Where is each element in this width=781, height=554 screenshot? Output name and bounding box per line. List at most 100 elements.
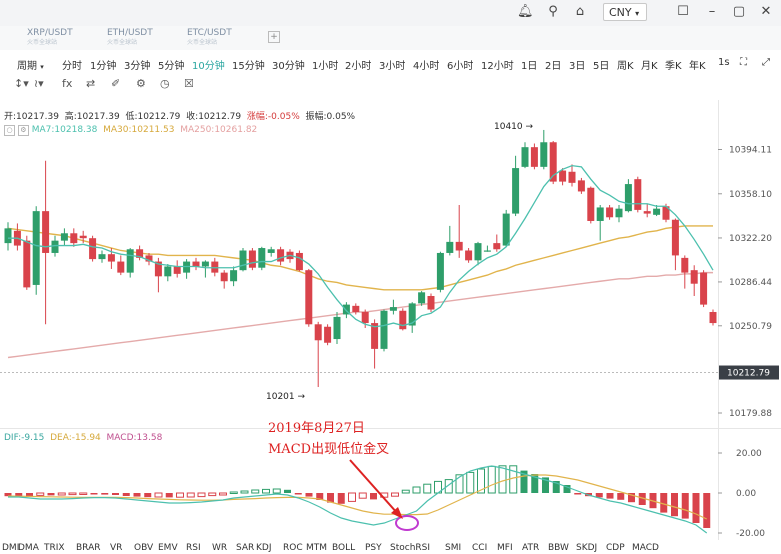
indicator-tab-smi[interactable]: SMI bbox=[445, 543, 461, 553]
indicator-tab-bbw[interactable]: BBW bbox=[548, 543, 569, 553]
indicator-tab-rsi[interactable]: RSI bbox=[186, 543, 201, 553]
macd-bar bbox=[487, 465, 496, 494]
macd-bar bbox=[186, 492, 195, 498]
macd-bar bbox=[36, 492, 45, 496]
candle-body bbox=[399, 310, 407, 330]
golden-cross-highlight bbox=[395, 515, 419, 531]
macd-bar bbox=[574, 493, 582, 495]
candle-body bbox=[267, 249, 275, 253]
candle-body bbox=[192, 261, 200, 267]
price-chart[interactable]: 10394.11 10358.10 10322.20 10286.44 10250.79… bbox=[0, 0, 781, 554]
macd-bar bbox=[240, 490, 249, 494]
candle-body bbox=[568, 171, 576, 183]
macd-bar bbox=[294, 493, 302, 495]
dif-line bbox=[8, 465, 708, 534]
dea-value: DEA:-15.94 bbox=[50, 433, 101, 443]
candle-body bbox=[173, 266, 181, 274]
indicator-tab-vr[interactable]: VR bbox=[110, 543, 122, 553]
macd-bar bbox=[208, 492, 217, 497]
candle-body bbox=[352, 305, 360, 312]
candle-body bbox=[709, 311, 717, 324]
macd-bar bbox=[423, 483, 432, 494]
candle-body bbox=[700, 272, 708, 305]
indicator-tab-trix[interactable]: TRIX bbox=[44, 543, 65, 553]
indicator-tab-wr[interactable]: WR bbox=[212, 543, 227, 553]
candle-body bbox=[79, 235, 87, 239]
macd-bar bbox=[262, 488, 270, 494]
macd-bar bbox=[337, 493, 345, 504]
dif-value: DIF:-9.15 bbox=[4, 433, 45, 443]
macd-y-tick-label: -20.00 bbox=[736, 529, 765, 539]
candle-body bbox=[577, 180, 585, 192]
macd-bar bbox=[617, 493, 625, 500]
candle-body bbox=[559, 170, 567, 182]
macd-bar bbox=[122, 493, 130, 496]
candle-body bbox=[512, 168, 520, 214]
y-tick-label: 10394.11 bbox=[729, 146, 772, 156]
macd-value: MACD:13.58 bbox=[106, 433, 163, 443]
indicator-tab-mfi[interactable]: MFI bbox=[497, 543, 513, 553]
candle-body bbox=[624, 184, 632, 212]
indicator-tab-boll[interactable]: BOLL bbox=[332, 543, 355, 553]
candle-body bbox=[295, 252, 303, 271]
candle-body bbox=[521, 147, 529, 167]
macd-bar bbox=[370, 493, 377, 500]
indicator-tab-cci[interactable]: CCI bbox=[472, 543, 487, 553]
indicator-tab-dma[interactable]: DMA bbox=[18, 543, 39, 553]
candle-body bbox=[455, 241, 463, 251]
y-tick-label: 10322.20 bbox=[729, 234, 772, 244]
indicator-tab-mtm[interactable]: MTM bbox=[306, 543, 327, 553]
macd-bar bbox=[251, 489, 260, 494]
ma250-line bbox=[7, 271, 713, 359]
indicator-tab-dmi[interactable]: DMI bbox=[2, 543, 19, 553]
indicator-tab-kdj[interactable]: KDJ bbox=[256, 543, 272, 553]
indicator-tab-macd[interactable]: MACD bbox=[632, 543, 659, 553]
macd-bar bbox=[68, 492, 77, 496]
candle-body bbox=[587, 187, 595, 221]
macd-bar bbox=[165, 493, 173, 498]
candle-body bbox=[23, 240, 31, 288]
macd-bar bbox=[219, 492, 227, 496]
indicator-tab-atr[interactable]: ATR bbox=[522, 543, 539, 553]
candle-body bbox=[258, 248, 266, 268]
macd-bar bbox=[57, 492, 66, 496]
y-tick-label: 10358.10 bbox=[729, 190, 772, 200]
macd-bar bbox=[79, 492, 88, 495]
candle-body bbox=[436, 252, 444, 290]
indicator-tab-stochrsi[interactable]: StochRSI bbox=[390, 543, 430, 553]
annotation-arrow-shaft bbox=[349, 459, 399, 515]
macd-bar bbox=[671, 493, 678, 517]
candle-body bbox=[230, 270, 238, 282]
indicator-tab-psy[interactable]: PSY bbox=[365, 543, 382, 553]
macd-bar bbox=[197, 492, 206, 498]
indicator-tab-sar[interactable]: SAR bbox=[236, 543, 254, 553]
candle-body bbox=[4, 228, 12, 244]
macd-bar bbox=[692, 493, 700, 523]
candle-body bbox=[502, 213, 510, 246]
candle-body bbox=[389, 307, 397, 311]
candle-body bbox=[615, 208, 623, 218]
candle-body bbox=[60, 233, 68, 241]
candle-body bbox=[474, 243, 482, 261]
macd-bar bbox=[272, 488, 281, 494]
indicator-tab-obv[interactable]: OBV bbox=[134, 543, 153, 553]
candle-body bbox=[493, 243, 501, 250]
candle-body bbox=[540, 142, 548, 167]
indicator-tab-brar[interactable]: BRAR bbox=[76, 543, 100, 553]
candle-body bbox=[380, 310, 388, 349]
candle-body bbox=[324, 326, 332, 343]
macd-bar bbox=[412, 486, 421, 494]
annotation-text: MACD出现低位金叉 bbox=[268, 442, 390, 457]
indicator-tab-skdj[interactable]: SKDJ bbox=[576, 543, 597, 553]
candle-body bbox=[220, 272, 228, 282]
macd-bar bbox=[401, 489, 410, 494]
indicator-tabs: DMI DMA TRIX BRAR VR OBV EMV RSI WR SAR KDJ ROC MTM B… bbox=[0, 541, 781, 554]
candle-body bbox=[418, 292, 426, 304]
macd-y-tick-label: 20.00 bbox=[736, 449, 762, 459]
y-tick-label: 10250.79 bbox=[729, 322, 772, 332]
indicator-tab-emv[interactable]: EMV bbox=[158, 543, 178, 553]
indicator-tab-cdp[interactable]: CDP bbox=[606, 543, 625, 553]
indicator-tab-roc[interactable]: ROC bbox=[283, 543, 303, 553]
macd-bar bbox=[154, 492, 163, 498]
macd-bar bbox=[681, 493, 689, 519]
